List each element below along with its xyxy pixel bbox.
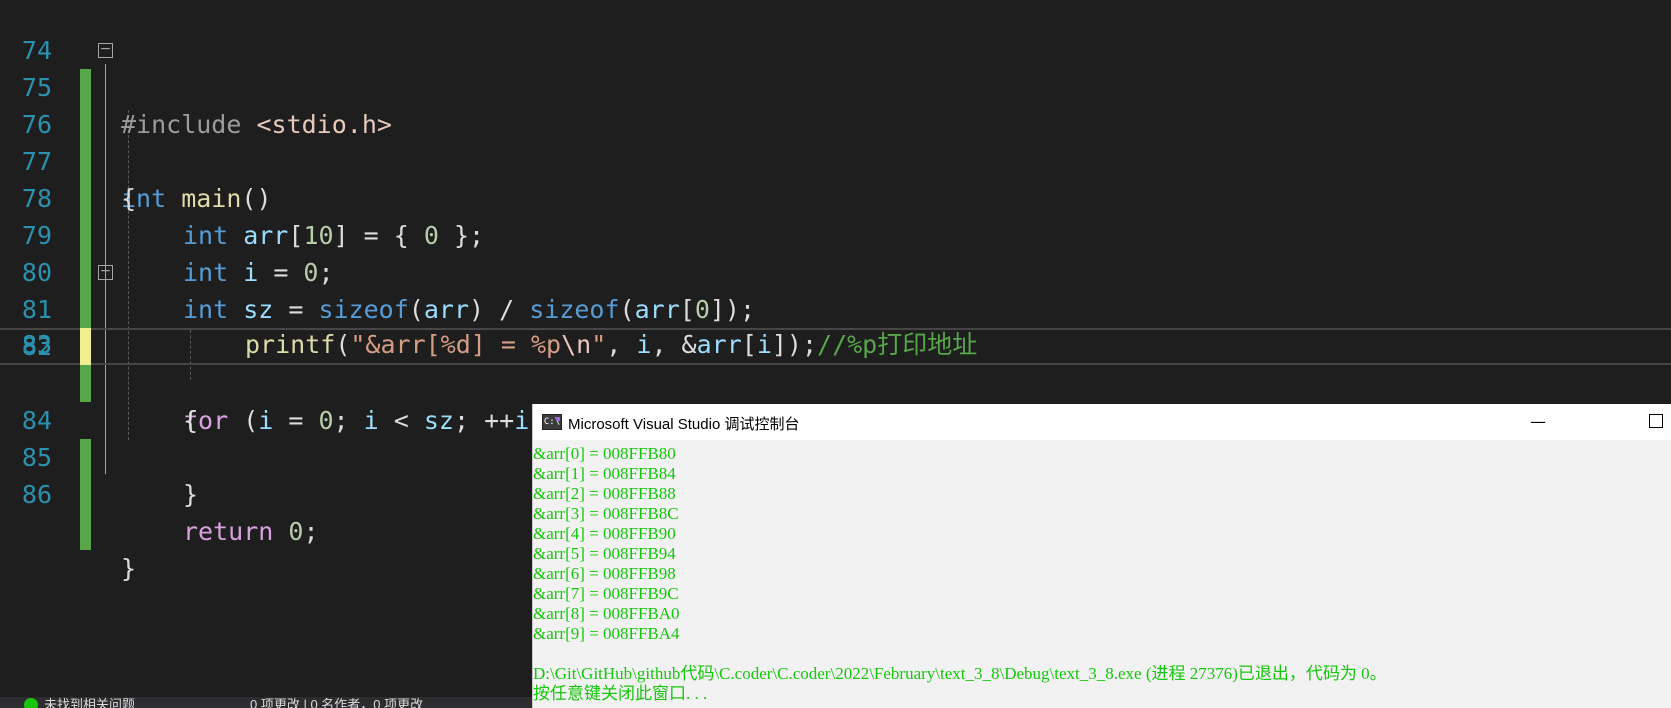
code-text: } bbox=[183, 480, 199, 509]
code-line-79[interactable]: 79 int sz = sizeof(arr) / sizeof(arr[0])… bbox=[0, 180, 1671, 324]
line-number: 86 bbox=[21, 480, 52, 509]
console-output-line: &arr[2] = 008FFB88 bbox=[533, 484, 676, 503]
console-output-line: &arr[0] = 008FFB80 bbox=[533, 444, 676, 463]
code-line-83[interactable]: 83 printf("&arr[%d] = %p\n", i, &arr[i])… bbox=[0, 328, 1671, 365]
status-strip: 未找到相关问题 0 项更改 | 0 名作者，0 项更改 bbox=[0, 697, 532, 708]
code-line-77[interactable]: 77 int arr[10] = { 0 }; bbox=[0, 106, 1671, 250]
console-press-any-key: 按任意键关闭此窗口. . . bbox=[533, 684, 708, 703]
code-line-76[interactable]: 76 { bbox=[0, 69, 1671, 213]
code-text: printf("&arr[%d] = %p\n", i, &arr[i]);//… bbox=[245, 330, 978, 359]
issues-status[interactable]: 未找到相关问题 bbox=[44, 697, 135, 708]
console-output[interactable]: &arr[0] = 008FFB80 &arr[1] = 008FFB84 &a… bbox=[533, 444, 1671, 708]
code-line-75[interactable]: 75 − int main() bbox=[0, 32, 1671, 213]
console-exit-message: D:\Git\GitHub\github代码\C.coder\C.coder\2… bbox=[533, 664, 1387, 683]
console-output-line: &arr[3] = 008FFB8C bbox=[533, 504, 679, 523]
code-text: } bbox=[121, 554, 137, 583]
collapse-icon[interactable]: − bbox=[98, 264, 113, 280]
code-text: return 0; bbox=[183, 517, 319, 546]
maximize-button[interactable] bbox=[1649, 414, 1663, 428]
change-marker bbox=[80, 513, 91, 550]
code-editor[interactable]: 74 #include <stdio.h> 75 − int main() 76… bbox=[0, 0, 1671, 708]
code-line-82[interactable]: 82 { bbox=[0, 291, 1671, 435]
code-line-84[interactable]: 84 } bbox=[0, 365, 1671, 509]
change-marker-unsaved bbox=[80, 328, 91, 365]
code-line-81[interactable]: 81 − for (i = 0; i < sz; ++i) bbox=[0, 254, 1671, 435]
console-app-icon: C:\ bbox=[542, 414, 562, 430]
collapse-icon[interactable]: − bbox=[98, 42, 113, 58]
debug-console-window[interactable]: C:\ Microsoft Visual Studio 调试控制台 — &arr… bbox=[532, 404, 1671, 708]
console-output-line: &arr[4] = 008FFB90 bbox=[533, 524, 676, 543]
console-output-line: &arr[7] = 008FFB9C bbox=[533, 584, 679, 603]
line-number: 83 bbox=[21, 330, 52, 359]
check-icon bbox=[24, 698, 38, 708]
code-line-74[interactable]: 74 #include <stdio.h> bbox=[0, 0, 1671, 139]
console-output-line: &arr[5] = 008FFB94 bbox=[533, 544, 676, 563]
console-output-line: &arr[9] = 008FFBA4 bbox=[533, 624, 680, 643]
console-output-line: &arr[8] = 008FFBA0 bbox=[533, 604, 680, 623]
code-line-78[interactable]: 78 int i = 0; bbox=[0, 143, 1671, 287]
change-marker bbox=[80, 476, 91, 513]
console-output-line: &arr[6] = 008FFB98 bbox=[533, 564, 676, 583]
console-output-line: &arr[1] = 008FFB84 bbox=[533, 464, 676, 483]
console-title-bar[interactable]: C:\ Microsoft Visual Studio 调试控制台 — bbox=[533, 404, 1671, 440]
minimize-button[interactable]: — bbox=[1523, 412, 1553, 432]
changes-status[interactable]: 0 项更改 | 0 名作者，0 项更改 bbox=[250, 697, 423, 708]
code-line-80[interactable]: 80 bbox=[0, 217, 1671, 328]
console-title: Microsoft Visual Studio 调试控制台 bbox=[568, 416, 800, 433]
